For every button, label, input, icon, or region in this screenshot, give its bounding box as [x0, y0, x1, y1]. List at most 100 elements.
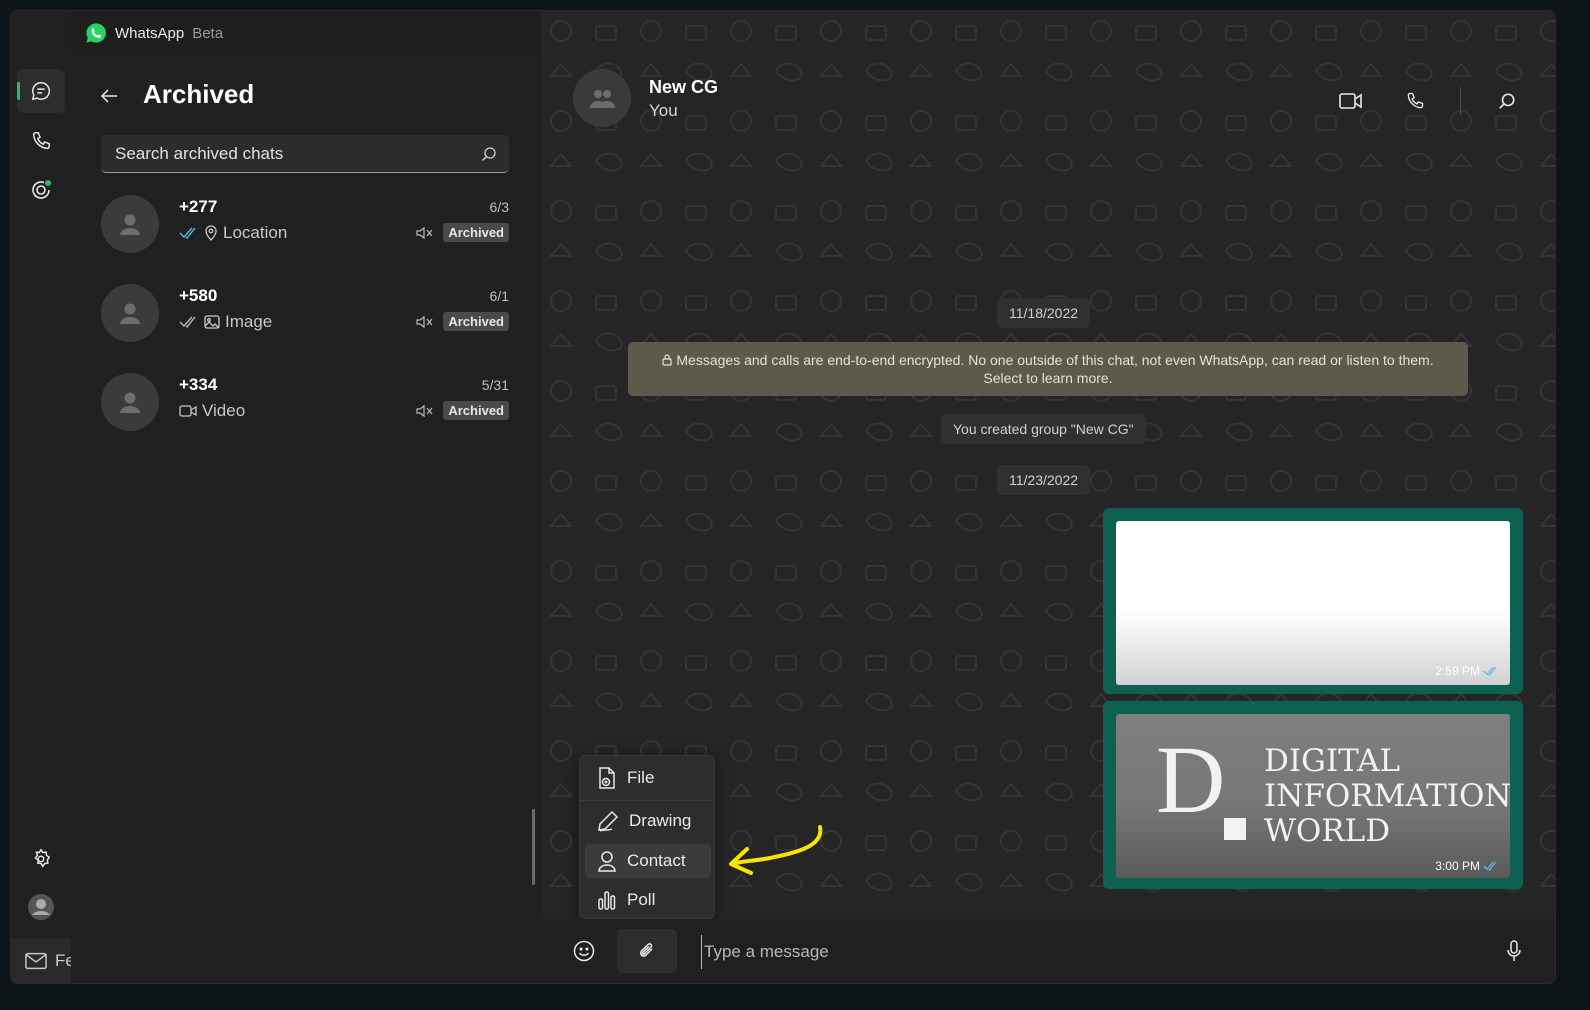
nav-rail: Feedback — [11, 11, 145, 983]
annotation-arrow-icon — [729, 825, 823, 875]
chat-icon — [31, 82, 51, 101]
search-box[interactable] — [101, 135, 509, 173]
chat-name: +580 — [179, 286, 218, 305]
status-icon — [32, 180, 51, 199]
person-icon — [120, 392, 140, 413]
muted-icon — [416, 226, 433, 239]
chat-header[interactable]: New CG You — [541, 55, 1555, 145]
video-icon — [179, 405, 197, 417]
message-composer — [541, 919, 1555, 983]
image-message[interactable]: D DIGITAL INFORMATION WORLD 3:00 PM — [1103, 701, 1523, 889]
avatar — [101, 284, 159, 342]
settings-nav-button[interactable] — [17, 837, 65, 881]
archived-badge: Archived — [443, 401, 509, 420]
message-time-text: 2:59 PM — [1435, 664, 1480, 678]
search-icon — [482, 146, 496, 161]
double-check-icon — [179, 227, 196, 239]
menu-item-label: Drawing — [629, 811, 692, 830]
search-icon — [1499, 93, 1515, 109]
chat-date: 5/31 — [481, 377, 509, 393]
menu-item-contact[interactable]: Contact — [585, 844, 711, 878]
person-icon — [120, 303, 140, 324]
muted-icon — [416, 404, 433, 417]
encryption-notice-line2: Select to learn more. — [983, 370, 1113, 386]
chat-list-item[interactable]: +334 5/31 Video Archived — [101, 365, 511, 445]
chat-preview-text: Location — [223, 223, 288, 242]
logo-square — [1224, 818, 1246, 840]
profile-nav-button[interactable] — [17, 885, 65, 929]
back-button[interactable] — [93, 81, 125, 111]
app-name: WhatsApp — [115, 24, 185, 42]
archived-panel: Archived +277 6/3 Location Archived — [71, 55, 541, 983]
menu-item-label: File — [627, 768, 655, 787]
menu-item-file[interactable]: File — [585, 761, 711, 795]
menu-item-label: Contact — [627, 851, 686, 870]
back-arrow-icon — [100, 89, 117, 103]
attachment-menu: File Drawing Contact Poll — [579, 755, 715, 919]
chat-list-item[interactable]: +580 6/1 Image Archived — [101, 276, 511, 356]
file-icon — [599, 767, 615, 789]
mail-icon — [25, 952, 47, 970]
chat-name: +277 — [179, 197, 218, 216]
video-call-button[interactable] — [1333, 85, 1369, 117]
microphone-button[interactable] — [1491, 929, 1537, 973]
calls-nav-button[interactable] — [17, 119, 65, 163]
chat-meta: Archived — [415, 223, 509, 242]
search-chat-button[interactable] — [1489, 85, 1525, 117]
avatar — [101, 373, 159, 431]
chat-date: 6/1 — [489, 288, 509, 304]
search-input[interactable] — [113, 142, 481, 165]
chats-nav-button[interactable] — [17, 69, 65, 113]
status-nav-button[interactable] — [17, 168, 65, 212]
archived-badge: Archived — [443, 223, 509, 242]
message-time: 2:59 PM — [1435, 664, 1499, 678]
chat-title: New CG — [649, 77, 719, 97]
image-icon — [204, 315, 220, 329]
digital-information-world-logo: D DIGITAL INFORMATION WORLD — [1116, 714, 1510, 878]
menu-item-label: Poll — [627, 890, 656, 909]
poll-icon — [598, 891, 616, 910]
chat-list-item[interactable]: +277 6/3 Location Archived — [101, 187, 511, 267]
logo-text-line: WORLD — [1264, 813, 1391, 849]
video-icon — [1339, 93, 1362, 109]
chat-preview-text: Image — [225, 312, 273, 331]
emoji-button[interactable] — [561, 929, 607, 973]
avatar — [101, 195, 159, 253]
app-title: WhatsApp Beta — [85, 22, 223, 44]
voice-call-button[interactable] — [1397, 85, 1433, 117]
menu-item-drawing[interactable]: Drawing — [585, 804, 711, 838]
double-check-icon — [1483, 666, 1497, 676]
logo-text-line: INFORMATION — [1264, 778, 1510, 814]
logo-letter: D — [1156, 726, 1226, 833]
chat-subtitle: You — [649, 101, 678, 120]
lock-icon — [662, 354, 672, 366]
message-time: 3:00 PM — [1435, 859, 1499, 873]
message-image[interactable] — [1116, 521, 1510, 685]
message-image[interactable]: D DIGITAL INFORMATION WORLD — [1116, 714, 1510, 878]
chat-pane: New CG You 11/18/2022 Messages and calls… — [541, 11, 1555, 983]
date-divider: 11/23/2022 — [997, 465, 1091, 495]
sidebar-scrollbar[interactable] — [532, 809, 535, 885]
contact-icon — [598, 851, 616, 872]
chat-preview: Image — [179, 312, 272, 332]
logo-text-line: DIGITAL — [1264, 743, 1401, 779]
chat-date: 6/3 — [489, 199, 509, 215]
message-input[interactable] — [701, 935, 1326, 969]
attach-button[interactable] — [617, 929, 677, 973]
phone-icon — [1407, 92, 1424, 109]
whatsapp-logo-icon — [86, 23, 106, 43]
image-message[interactable]: 2:59 PM — [1103, 508, 1523, 694]
message-time-text: 3:00 PM — [1435, 859, 1480, 873]
group-avatar[interactable] — [573, 69, 631, 127]
group-icon — [590, 90, 615, 108]
double-check-icon — [1483, 861, 1497, 871]
double-check-icon — [179, 316, 196, 328]
app-tag: Beta — [192, 24, 224, 42]
logo-text: DIGITAL INFORMATION WORLD — [1264, 744, 1510, 849]
chat-preview: Video — [179, 401, 245, 421]
encryption-notice[interactable]: Messages and calls are end-to-end encryp… — [628, 342, 1468, 396]
encryption-notice-text: Messages and calls are end-to-end encryp… — [676, 352, 1434, 368]
menu-item-poll[interactable]: Poll — [585, 883, 711, 917]
location-icon — [205, 225, 217, 241]
paperclip-icon — [639, 943, 653, 957]
